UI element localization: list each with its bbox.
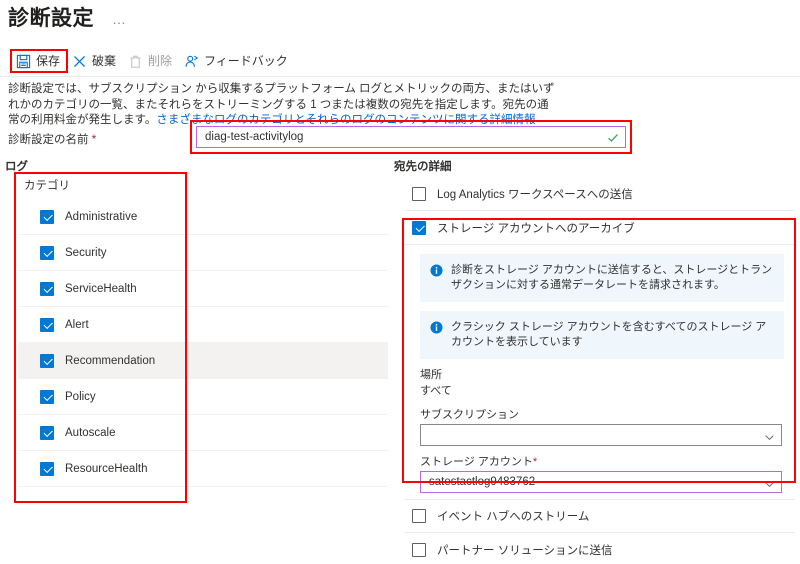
- category-row-recommendation[interactable]: Recommendation: [18, 343, 388, 379]
- destination-row-partner-solution[interactable]: パートナー ソリューションに送信: [404, 533, 794, 564]
- command-bar: 保存 破棄 削除 フィードバック: [0, 46, 800, 76]
- destination-row-event-hub[interactable]: イベント ハブへのストリーム: [404, 499, 794, 533]
- storage-account-dropdown[interactable]: satestactlog9483762: [420, 471, 782, 493]
- learn-more-link[interactable]: さまざまなログのカテゴリとそれらのログのコンテンツに関する詳細情報: [156, 114, 535, 126]
- storage-billing-info: 診断をストレージ アカウントに送信すると、ストレージとトランザクションに対する通…: [420, 254, 784, 302]
- subscription-label: サブスクリプション: [420, 409, 519, 421]
- setting-name-label: 診断設定の名前 *: [8, 131, 96, 147]
- category-label: Policy: [65, 390, 96, 403]
- storage-billing-info-text: 診断をストレージ アカウントに送信すると、ストレージとトランザクションに対する通…: [451, 264, 773, 291]
- storage-account-required-marker: *: [532, 456, 538, 468]
- feedback-icon: [184, 54, 199, 69]
- destination-label: Log Analytics ワークスペースへの送信: [437, 188, 633, 201]
- diagnostic-settings-page: 診断設定 … 保存 破棄 削除 フィードバック 診断設定では、サブスクリプション…: [0, 0, 800, 564]
- checkbox-alert[interactable]: [40, 317, 54, 332]
- destination-label: イベント ハブへのストリーム: [437, 511, 590, 523]
- checkbox-log-analytics[interactable]: [412, 186, 426, 201]
- destination-label: ストレージ アカウントへのアーカイブ: [437, 222, 635, 235]
- info-icon: [430, 321, 443, 334]
- info-icon: [430, 264, 443, 277]
- chevron-down-icon: [764, 430, 775, 441]
- category-row-security[interactable]: Security: [18, 235, 388, 271]
- chevron-down-icon: [764, 477, 775, 488]
- setting-name-value: diag-test-activitylog: [205, 131, 304, 143]
- category-label: Security: [65, 246, 107, 259]
- destination-row-log-analytics[interactable]: Log Analytics ワークスペースへの送信: [404, 177, 794, 211]
- category-row-administrative[interactable]: Administrative: [18, 199, 388, 235]
- category-label: ResourceHealth: [65, 462, 148, 475]
- destination-row-storage-account[interactable]: ストレージ アカウントへのアーカイブ: [404, 211, 794, 245]
- more-options-icon[interactable]: …: [108, 12, 131, 26]
- feedback-button[interactable]: フィードバック: [180, 48, 296, 74]
- category-row-resourcehealth[interactable]: ResourceHealth: [18, 451, 388, 487]
- category-label: Alert: [65, 318, 89, 331]
- discard-icon: [72, 54, 87, 69]
- checkbox-policy[interactable]: [40, 389, 54, 404]
- storage-classic-info: クラシック ストレージ アカウントを含むすべてのストレージ アカウントを表示して…: [420, 311, 784, 359]
- discard-button-label: 破棄: [92, 53, 117, 68]
- command-bar-divider: [0, 76, 800, 77]
- description-text: 診断設定では、サブスクリプション から収集するプラットフォーム ログとメトリック…: [8, 82, 556, 129]
- category-row-servicehealth[interactable]: ServiceHealth: [18, 271, 388, 307]
- logs-section-heading: ログ: [5, 161, 28, 173]
- category-row-alert[interactable]: Alert: [18, 307, 388, 343]
- destination-panel: Log Analytics ワークスペースへの送信 ストレージ アカウントへのア…: [404, 177, 794, 564]
- storage-account-label-text: ストレージ アカウント: [420, 456, 533, 468]
- feedback-button-label: フィードバック: [204, 53, 288, 68]
- checkbox-security[interactable]: [40, 245, 54, 260]
- discard-button[interactable]: 破棄: [68, 48, 124, 74]
- page-title: 診断設定: [8, 7, 94, 30]
- checkbox-recommendation[interactable]: [40, 353, 54, 368]
- green-check-icon: [607, 131, 619, 143]
- delete-button-label: 削除: [148, 53, 173, 68]
- destination-label: パートナー ソリューションに送信: [437, 544, 613, 557]
- category-label: Autoscale: [65, 426, 116, 439]
- category-label: ServiceHealth: [65, 282, 137, 295]
- page-header: 診断設定 …: [8, 2, 131, 32]
- storage-account-details: 診断をストレージ アカウントに送信すると、ストレージとトランザクションに対する通…: [404, 254, 794, 499]
- checkbox-autoscale[interactable]: [40, 425, 54, 440]
- delete-button: 削除: [124, 48, 180, 74]
- checkbox-administrative[interactable]: [40, 209, 54, 224]
- checkbox-partner-solution[interactable]: [412, 542, 426, 557]
- checkbox-event-hub[interactable]: [412, 509, 426, 523]
- location-label: 場所: [420, 369, 442, 381]
- setting-name-required-marker: *: [91, 134, 97, 146]
- setting-name-label-text: 診断設定の名前: [8, 134, 89, 146]
- storage-account-value: satestactlog9483762: [429, 476, 536, 488]
- category-panel: カテゴリ Administrative Security ServiceHeal…: [18, 177, 388, 487]
- subscription-dropdown[interactable]: [420, 424, 782, 446]
- category-label: Recommendation: [65, 354, 156, 367]
- setting-name-input[interactable]: diag-test-activitylog: [196, 126, 626, 148]
- delete-icon: [128, 54, 143, 69]
- save-icon: [16, 54, 31, 69]
- category-column-header: カテゴリ: [24, 180, 70, 192]
- storage-account-label: ストレージ アカウント*: [420, 455, 794, 469]
- category-row-policy[interactable]: Policy: [18, 379, 388, 415]
- location-value: すべて: [420, 385, 452, 397]
- save-button-label: 保存: [36, 53, 61, 68]
- checkbox-resourcehealth[interactable]: [40, 461, 54, 476]
- save-button[interactable]: 保存: [12, 48, 68, 74]
- checkbox-servicehealth[interactable]: [40, 281, 54, 296]
- checkbox-storage-account[interactable]: [412, 220, 426, 235]
- category-label: Administrative: [65, 210, 138, 223]
- category-row-autoscale[interactable]: Autoscale: [18, 415, 388, 451]
- destination-section-heading: 宛先の詳細: [394, 161, 452, 173]
- storage-classic-info-text: クラシック ストレージ アカウントを含むすべてのストレージ アカウントを表示して…: [451, 321, 767, 348]
